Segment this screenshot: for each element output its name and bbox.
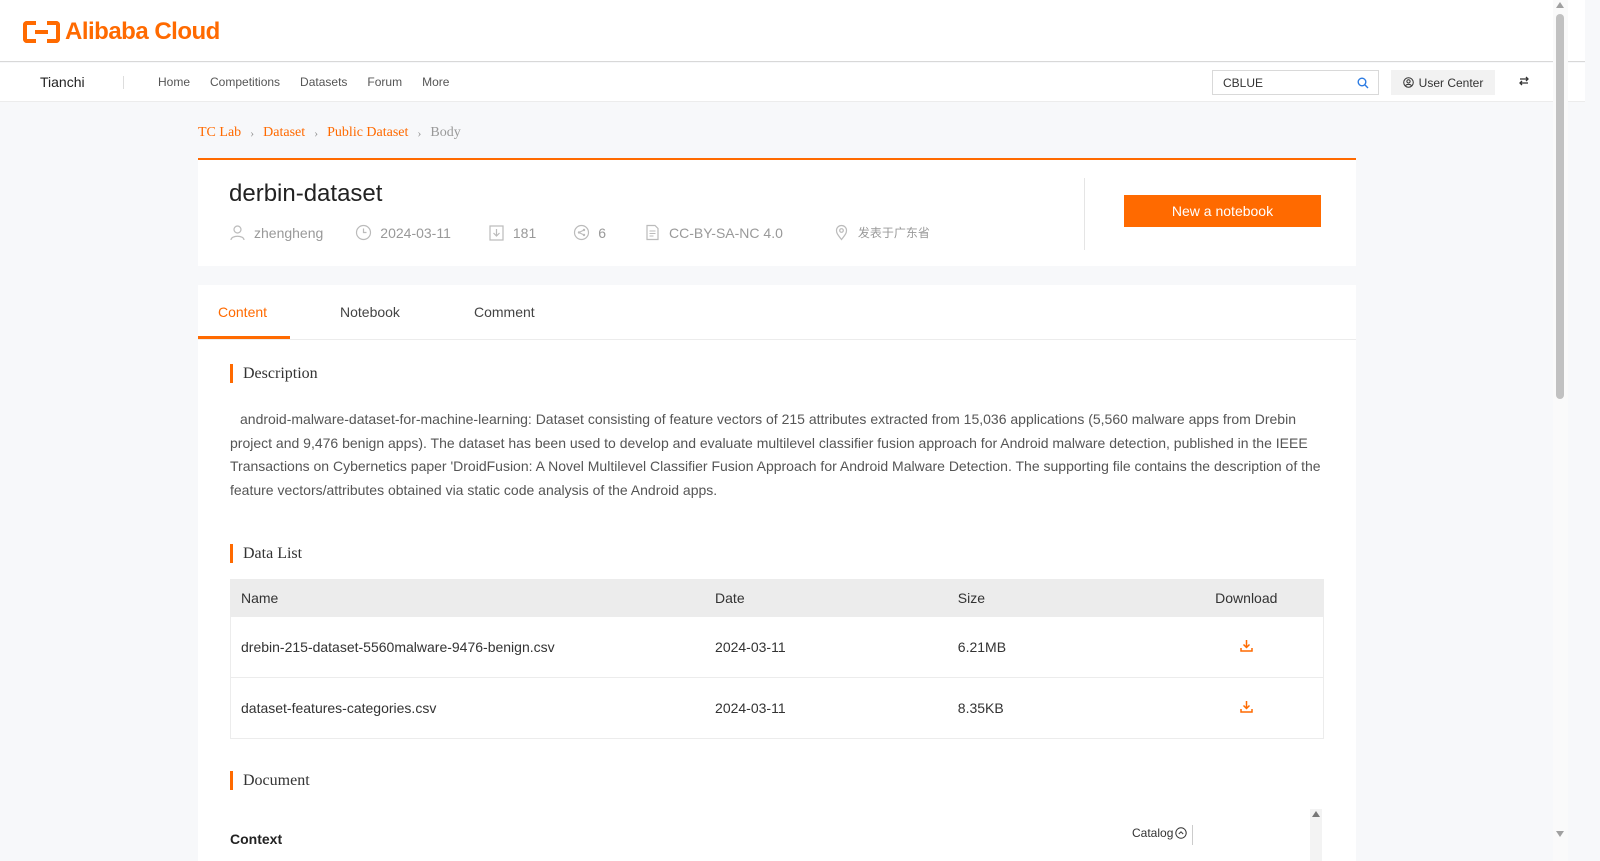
dataset-header-card: derbin-dataset zhengheng 2024-03-11 181	[198, 158, 1356, 266]
new-notebook-button[interactable]: New a notebook	[1124, 195, 1321, 227]
content-card: Content Notebook Comment Description and…	[198, 285, 1356, 861]
nav-link-home[interactable]: Home	[158, 75, 190, 89]
file-size: 8.35KB	[947, 677, 1160, 739]
catalog-toggle[interactable]: Catalog	[1132, 826, 1188, 840]
table-row: dataset-features-categories.csv 2024-03-…	[230, 677, 1324, 739]
download-count-icon	[489, 225, 504, 241]
chevron-right-icon: ›	[417, 125, 422, 140]
share-icon	[574, 224, 590, 241]
meta-shares: 6	[573, 224, 606, 241]
catalog-label: Catalog	[1132, 826, 1174, 840]
publish-date: 2024-03-11	[380, 224, 451, 241]
context-heading: Context	[230, 831, 283, 847]
scroll-down-arrow-icon[interactable]	[1556, 831, 1564, 837]
license: CC-BY-SA-NC 4.0	[669, 224, 783, 241]
meta-license: CC-BY-SA-NC 4.0	[644, 224, 783, 241]
author-name[interactable]: zhengheng	[254, 225, 323, 241]
scroll-up-arrow-icon[interactable]	[1556, 2, 1564, 8]
catalog-scroll-up-icon[interactable]	[1312, 811, 1320, 817]
meta-downloads: 181	[488, 224, 536, 241]
download-count: 181	[512, 224, 537, 241]
breadcrumb: TC Lab › Dataset › Public Dataset › Body	[198, 125, 461, 141]
file-name: dataset-features-categories.csv	[230, 677, 706, 739]
location-pin-icon	[835, 224, 847, 241]
logo-text: Alibaba Cloud	[65, 18, 220, 45]
nav-link-competitions[interactable]: Competitions	[210, 75, 280, 89]
switch-view-icon[interactable]	[1518, 75, 1530, 87]
tab-content[interactable]: Content	[218, 304, 267, 320]
breadcrumb-dataset[interactable]: Dataset	[263, 125, 305, 141]
chevron-right-icon: ›	[250, 125, 255, 140]
nav-link-datasets[interactable]: Datasets	[300, 75, 347, 89]
brand-bar: Alibaba Cloud	[0, 0, 1585, 62]
user-center-label: User Center	[1418, 75, 1484, 90]
scrollbar-thumb[interactable]	[1556, 14, 1564, 399]
file-date: 2024-03-11	[705, 677, 948, 739]
file-size: 6.21MB	[947, 616, 1160, 678]
chevron-up-circle-icon	[1175, 827, 1188, 839]
location: 发表于广东省	[857, 226, 930, 240]
tab-bar: Content Notebook Comment	[198, 285, 1356, 340]
alibaba-cloud-logo-icon	[23, 21, 60, 43]
share-count: 6	[598, 224, 607, 241]
document-icon	[646, 224, 659, 241]
description-text: android-malware-dataset-for-machine-lear…	[230, 411, 1321, 498]
catalog-divider	[1192, 825, 1193, 845]
search-box	[1212, 70, 1379, 95]
user-center-button[interactable]: User Center	[1391, 70, 1495, 95]
chevron-right-icon: ›	[314, 125, 319, 140]
breadcrumb-tc-lab[interactable]: TC Lab	[198, 125, 241, 141]
alibaba-cloud-logo[interactable]: Alibaba Cloud	[23, 18, 220, 45]
download-icon[interactable]	[1240, 700, 1253, 713]
nav-link-more[interactable]: More	[422, 75, 449, 89]
active-tab-indicator	[198, 336, 290, 339]
column-header-size: Size	[957, 590, 986, 606]
search-input[interactable]	[1213, 71, 1348, 94]
table-header-row: Name Date Size Download	[230, 579, 1324, 617]
page-title: derbin-dataset	[229, 180, 383, 207]
data-list-table: Name Date Size Download drebin-215-datas…	[230, 579, 1324, 739]
clock-icon	[356, 224, 372, 241]
meta-author: zhengheng	[229, 224, 323, 241]
data-list-heading: Data List	[230, 544, 302, 563]
column-header-date: Date	[715, 590, 745, 606]
breadcrumb-public-dataset[interactable]: Public Dataset	[327, 125, 408, 141]
tab-comment[interactable]: Comment	[474, 304, 535, 320]
meta-location: 发表于广东省	[833, 224, 930, 241]
download-icon[interactable]	[1240, 639, 1253, 652]
column-header-download: Download	[1215, 590, 1278, 606]
nav-link-forum[interactable]: Forum	[367, 75, 402, 89]
search-icon[interactable]	[1357, 77, 1369, 89]
description-heading: Description	[230, 364, 318, 383]
download-cell	[1159, 677, 1324, 739]
nav-divider	[123, 76, 124, 89]
file-name: drebin-215-dataset-5560malware-9476-beni…	[230, 616, 706, 678]
meta-date: 2024-03-11	[355, 224, 451, 241]
page-scrollbar[interactable]	[1553, 0, 1568, 861]
user-icon	[230, 225, 245, 241]
download-cell	[1159, 616, 1324, 678]
header-divider	[1084, 178, 1085, 250]
user-circle-icon	[1402, 77, 1414, 88]
breadcrumb-current: Body	[430, 125, 461, 140]
dataset-meta: zhengheng 2024-03-11 181 6 CC-BY-SA-NC 4…	[229, 224, 930, 241]
nav-links: Home Competitions Datasets Forum More	[158, 75, 449, 89]
top-nav: Tianchi Home Competitions Datasets Forum…	[0, 63, 1585, 102]
tab-notebook[interactable]: Notebook	[340, 304, 400, 320]
table-row: drebin-215-dataset-5560malware-9476-beni…	[230, 616, 1324, 678]
document-heading: Document	[230, 771, 310, 790]
nav-product-name[interactable]: Tianchi	[40, 74, 85, 90]
file-date: 2024-03-11	[705, 616, 948, 678]
column-header-name: Name	[241, 590, 279, 606]
